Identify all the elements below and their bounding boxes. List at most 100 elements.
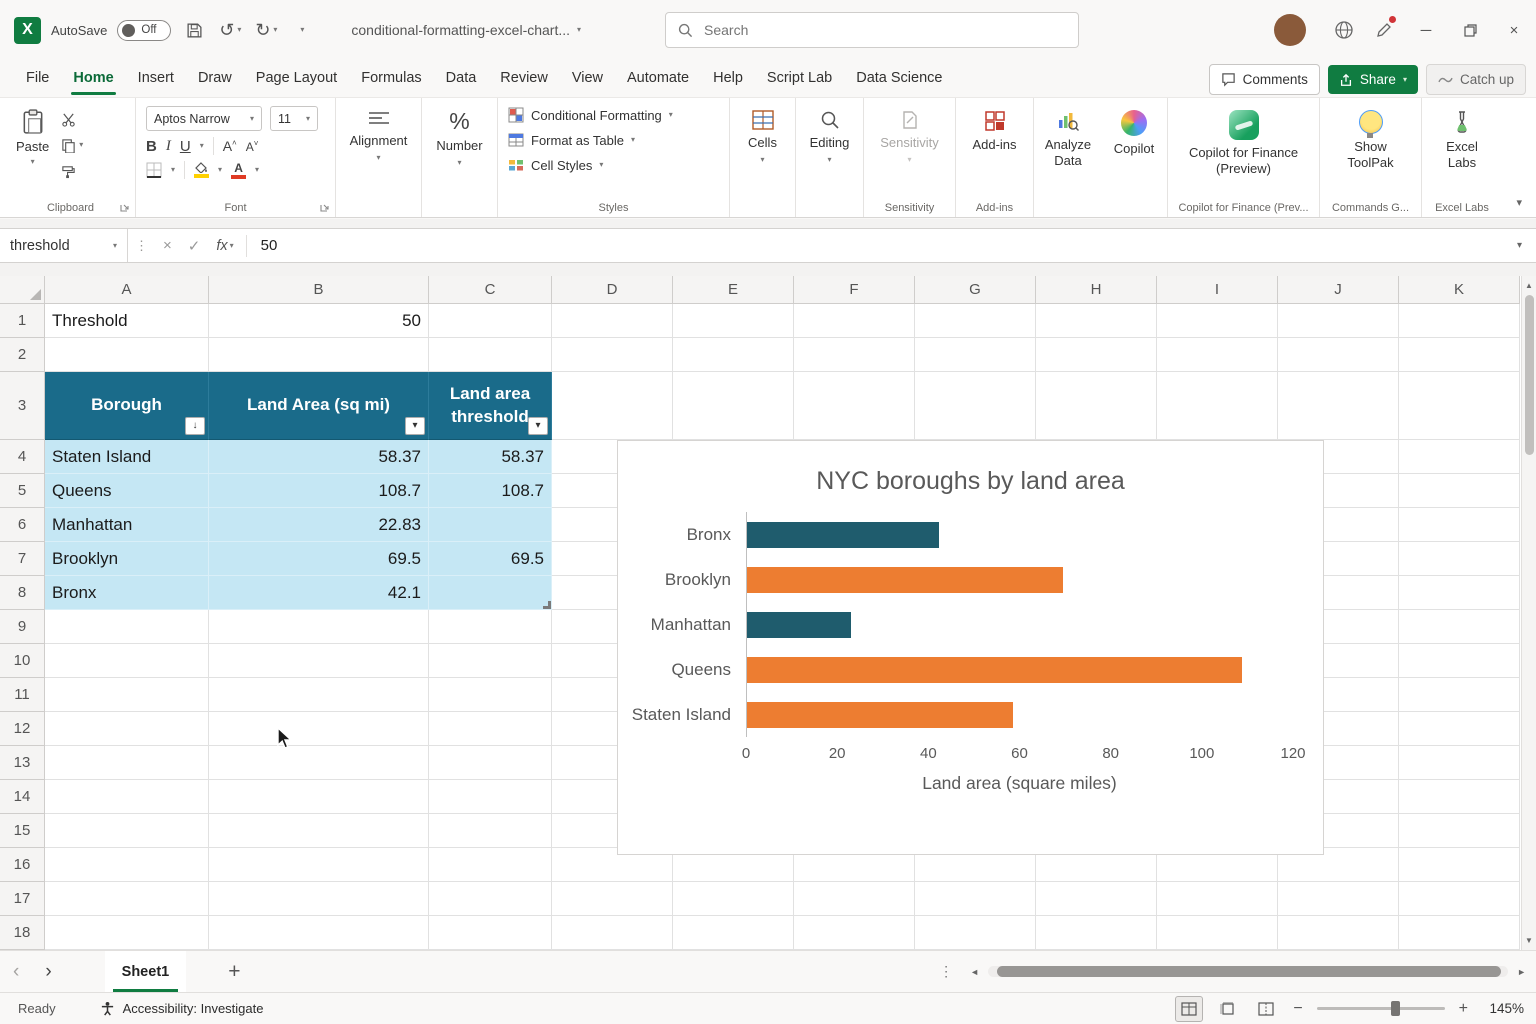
row-header-17[interactable]: 17	[0, 882, 45, 916]
undo-icon[interactable]: ↺▾	[217, 13, 243, 47]
redo-icon[interactable]: ↻▾	[253, 13, 279, 47]
cell-A14[interactable]	[45, 780, 209, 814]
cell-G1[interactable]	[915, 304, 1036, 338]
document-title[interactable]: conditional-formatting-excel-chart... ▾	[351, 22, 581, 38]
cell-styles-button[interactable]: Cell Styles ▾	[508, 157, 723, 173]
col-header-I[interactable]: I	[1157, 276, 1278, 304]
row-header-4[interactable]: 4	[0, 440, 45, 474]
row-header-1[interactable]: 1	[0, 304, 45, 338]
cell-D17[interactable]	[552, 882, 673, 916]
show-toolpak-button[interactable]: Show ToolPak	[1320, 98, 1421, 217]
cell-C2[interactable]	[429, 338, 552, 372]
close-button[interactable]: ×	[1492, 0, 1536, 60]
cell-K5[interactable]	[1399, 474, 1520, 508]
cell-A2[interactable]	[45, 338, 209, 372]
cell-C3[interactable]: Land area threshold▾	[429, 372, 552, 440]
horizontal-scroll-thumb[interactable]	[997, 966, 1501, 977]
cell-A17[interactable]	[45, 882, 209, 916]
cell-B10[interactable]	[209, 644, 429, 678]
name-box-drag-handle[interactable]: ⋮	[128, 238, 155, 254]
cell-B6[interactable]: 22.83	[209, 508, 429, 542]
cell-H17[interactable]	[1036, 882, 1157, 916]
row-header-16[interactable]: 16	[0, 848, 45, 882]
excel-logo-icon[interactable]: X	[14, 17, 41, 44]
cell-K9[interactable]	[1399, 610, 1520, 644]
cell-B13[interactable]	[209, 746, 429, 780]
cell-K12[interactable]	[1399, 712, 1520, 746]
cell-K10[interactable]	[1399, 644, 1520, 678]
collapse-ribbon-chevron-icon[interactable]: ▾	[1516, 196, 1522, 209]
cell-D1[interactable]	[552, 304, 673, 338]
sheet-options-dots-icon[interactable]: ⋮	[939, 963, 953, 980]
accessibility-status[interactable]: Accessibility: Investigate	[100, 1001, 264, 1016]
cell-C7[interactable]: 69.5	[429, 542, 552, 576]
cell-K14[interactable]	[1399, 780, 1520, 814]
cell-K7[interactable]	[1399, 542, 1520, 576]
row-header-13[interactable]: 13	[0, 746, 45, 780]
col-header-A[interactable]: A	[45, 276, 209, 304]
scroll-left-icon[interactable]: ◄	[970, 967, 979, 977]
cell-A6[interactable]: Manhattan	[45, 508, 209, 542]
tab-review[interactable]: Review	[488, 60, 560, 97]
cell-I17[interactable]	[1157, 882, 1278, 916]
page-layout-view-icon[interactable]	[1215, 997, 1241, 1021]
cell-A9[interactable]	[45, 610, 209, 644]
cell-C12[interactable]	[429, 712, 552, 746]
tab-view[interactable]: View	[560, 60, 615, 97]
cell-E17[interactable]	[673, 882, 794, 916]
cell-K6[interactable]	[1399, 508, 1520, 542]
row-header-8[interactable]: 8	[0, 576, 45, 610]
scroll-down-icon[interactable]: ▼	[1525, 931, 1533, 950]
zoom-in-button[interactable]: +	[1457, 1000, 1470, 1018]
tab-file[interactable]: File	[14, 60, 61, 97]
tab-script-lab[interactable]: Script Lab	[755, 60, 844, 97]
alignment-button[interactable]: Alignment ▾	[336, 98, 421, 217]
vertical-scrollbar[interactable]: ▲ ▼	[1521, 276, 1536, 950]
paste-button[interactable]: Paste ▾	[16, 106, 49, 180]
comments-button[interactable]: Comments	[1209, 64, 1320, 95]
cell-A16[interactable]	[45, 848, 209, 882]
cell-A10[interactable]	[45, 644, 209, 678]
cell-A11[interactable]	[45, 678, 209, 712]
cell-I2[interactable]	[1157, 338, 1278, 372]
col-header-J[interactable]: J	[1278, 276, 1399, 304]
cell-C5[interactable]: 108.7	[429, 474, 552, 508]
tab-insert[interactable]: Insert	[126, 60, 186, 97]
addins-button[interactable]: Add-ins	[956, 98, 1033, 217]
cell-A5[interactable]: Queens	[45, 474, 209, 508]
row-header-12[interactable]: 12	[0, 712, 45, 746]
tab-formulas[interactable]: Formulas	[349, 60, 433, 97]
shrink-font-button[interactable]: A˅	[246, 139, 259, 154]
cell-J1[interactable]	[1278, 304, 1399, 338]
cell-B18[interactable]	[209, 916, 429, 950]
cell-C16[interactable]	[429, 848, 552, 882]
cell-G3[interactable]	[915, 372, 1036, 440]
cell-K4[interactable]	[1399, 440, 1520, 474]
tab-home[interactable]: Home	[61, 60, 125, 97]
filter-icon[interactable]: ▾	[405, 417, 425, 435]
col-header-G[interactable]: G	[915, 276, 1036, 304]
fill-color-icon[interactable]	[194, 162, 209, 178]
cell-H2[interactable]	[1036, 338, 1157, 372]
row-header-9[interactable]: 9	[0, 610, 45, 644]
font-size-select[interactable]: 11▾	[270, 106, 318, 131]
cell-H18[interactable]	[1036, 916, 1157, 950]
bold-button[interactable]: B	[146, 138, 157, 155]
excel-labs-button[interactable]: Excel Labs	[1422, 98, 1502, 217]
borders-chevron-icon[interactable]: ▾	[171, 166, 175, 174]
row-header-3[interactable]: 3	[0, 372, 45, 440]
cell-J17[interactable]	[1278, 882, 1399, 916]
cell-K16[interactable]	[1399, 848, 1520, 882]
cell-B17[interactable]	[209, 882, 429, 916]
chart-title[interactable]: NYC boroughs by land area	[618, 467, 1323, 496]
cell-B5[interactable]: 108.7	[209, 474, 429, 508]
chart-bar-queens[interactable]	[747, 657, 1242, 683]
cell-K8[interactable]	[1399, 576, 1520, 610]
cell-I1[interactable]	[1157, 304, 1278, 338]
cell-A15[interactable]	[45, 814, 209, 848]
cell-B9[interactable]	[209, 610, 429, 644]
cell-A13[interactable]	[45, 746, 209, 780]
copy-icon[interactable]: ▾	[61, 136, 83, 154]
row-header-7[interactable]: 7	[0, 542, 45, 576]
scroll-right-icon[interactable]: ►	[1517, 967, 1526, 977]
